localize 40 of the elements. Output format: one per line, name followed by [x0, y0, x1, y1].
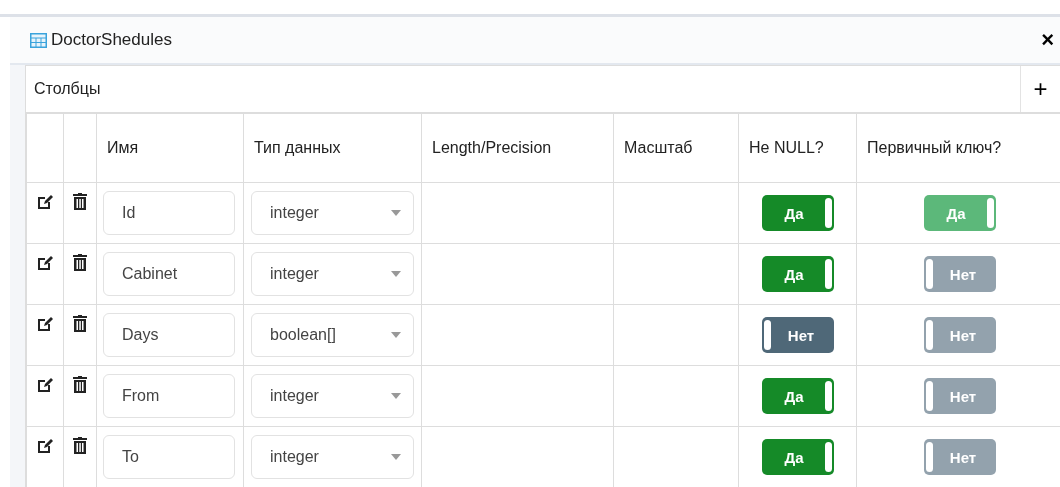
trash-icon[interactable] [73, 315, 87, 333]
close-button[interactable]: × [1039, 27, 1056, 53]
trash-icon[interactable] [73, 437, 87, 455]
name-field[interactable]: Cabinet [103, 252, 235, 296]
column-header: Имя [107, 139, 139, 156]
trash-icon[interactable] [73, 193, 87, 211]
edit-icon[interactable] [36, 193, 54, 211]
column-header: Первичный ключ? [867, 139, 1002, 156]
column-header: Масштаб [624, 139, 693, 156]
name-field[interactable]: Days [103, 313, 235, 357]
toggle-switch[interactable]: Нет [761, 317, 834, 353]
edit-icon[interactable] [36, 254, 54, 272]
type-dropdown[interactable]: boolean[] [251, 313, 414, 357]
column-header: Тип данных [254, 139, 341, 156]
trash-icon[interactable] [73, 254, 87, 272]
type-dropdown[interactable]: integer [251, 435, 414, 479]
name-field[interactable]: To [103, 435, 235, 479]
type-dropdown[interactable]: integer [251, 191, 414, 235]
name-field[interactable]: Id [103, 191, 235, 235]
toggle-switch[interactable]: Да [761, 195, 834, 231]
column-header: Length/Precision [432, 139, 552, 156]
toggle-switch[interactable]: Да [761, 256, 834, 292]
toggle-switch[interactable]: Да [761, 378, 834, 414]
caret-icon [391, 454, 401, 460]
caret-icon [391, 393, 401, 399]
trash-icon[interactable] [73, 376, 87, 394]
edit-icon[interactable] [36, 437, 54, 455]
type-dropdown[interactable]: integer [251, 374, 414, 418]
panel-title: Столбцы [33, 80, 102, 98]
column-header: Не NULL? [749, 139, 824, 156]
toggle-switch[interactable]: Да [761, 439, 834, 475]
type-dropdown[interactable]: integer [251, 252, 414, 296]
caret-icon [391, 271, 401, 277]
edit-icon[interactable] [36, 315, 54, 333]
name-field[interactable]: From [103, 374, 235, 418]
table-icon [30, 32, 47, 48]
edit-icon[interactable] [36, 376, 54, 394]
caret-icon [391, 210, 401, 216]
window-title: DoctorShedules [51, 30, 173, 50]
caret-icon [391, 332, 401, 338]
